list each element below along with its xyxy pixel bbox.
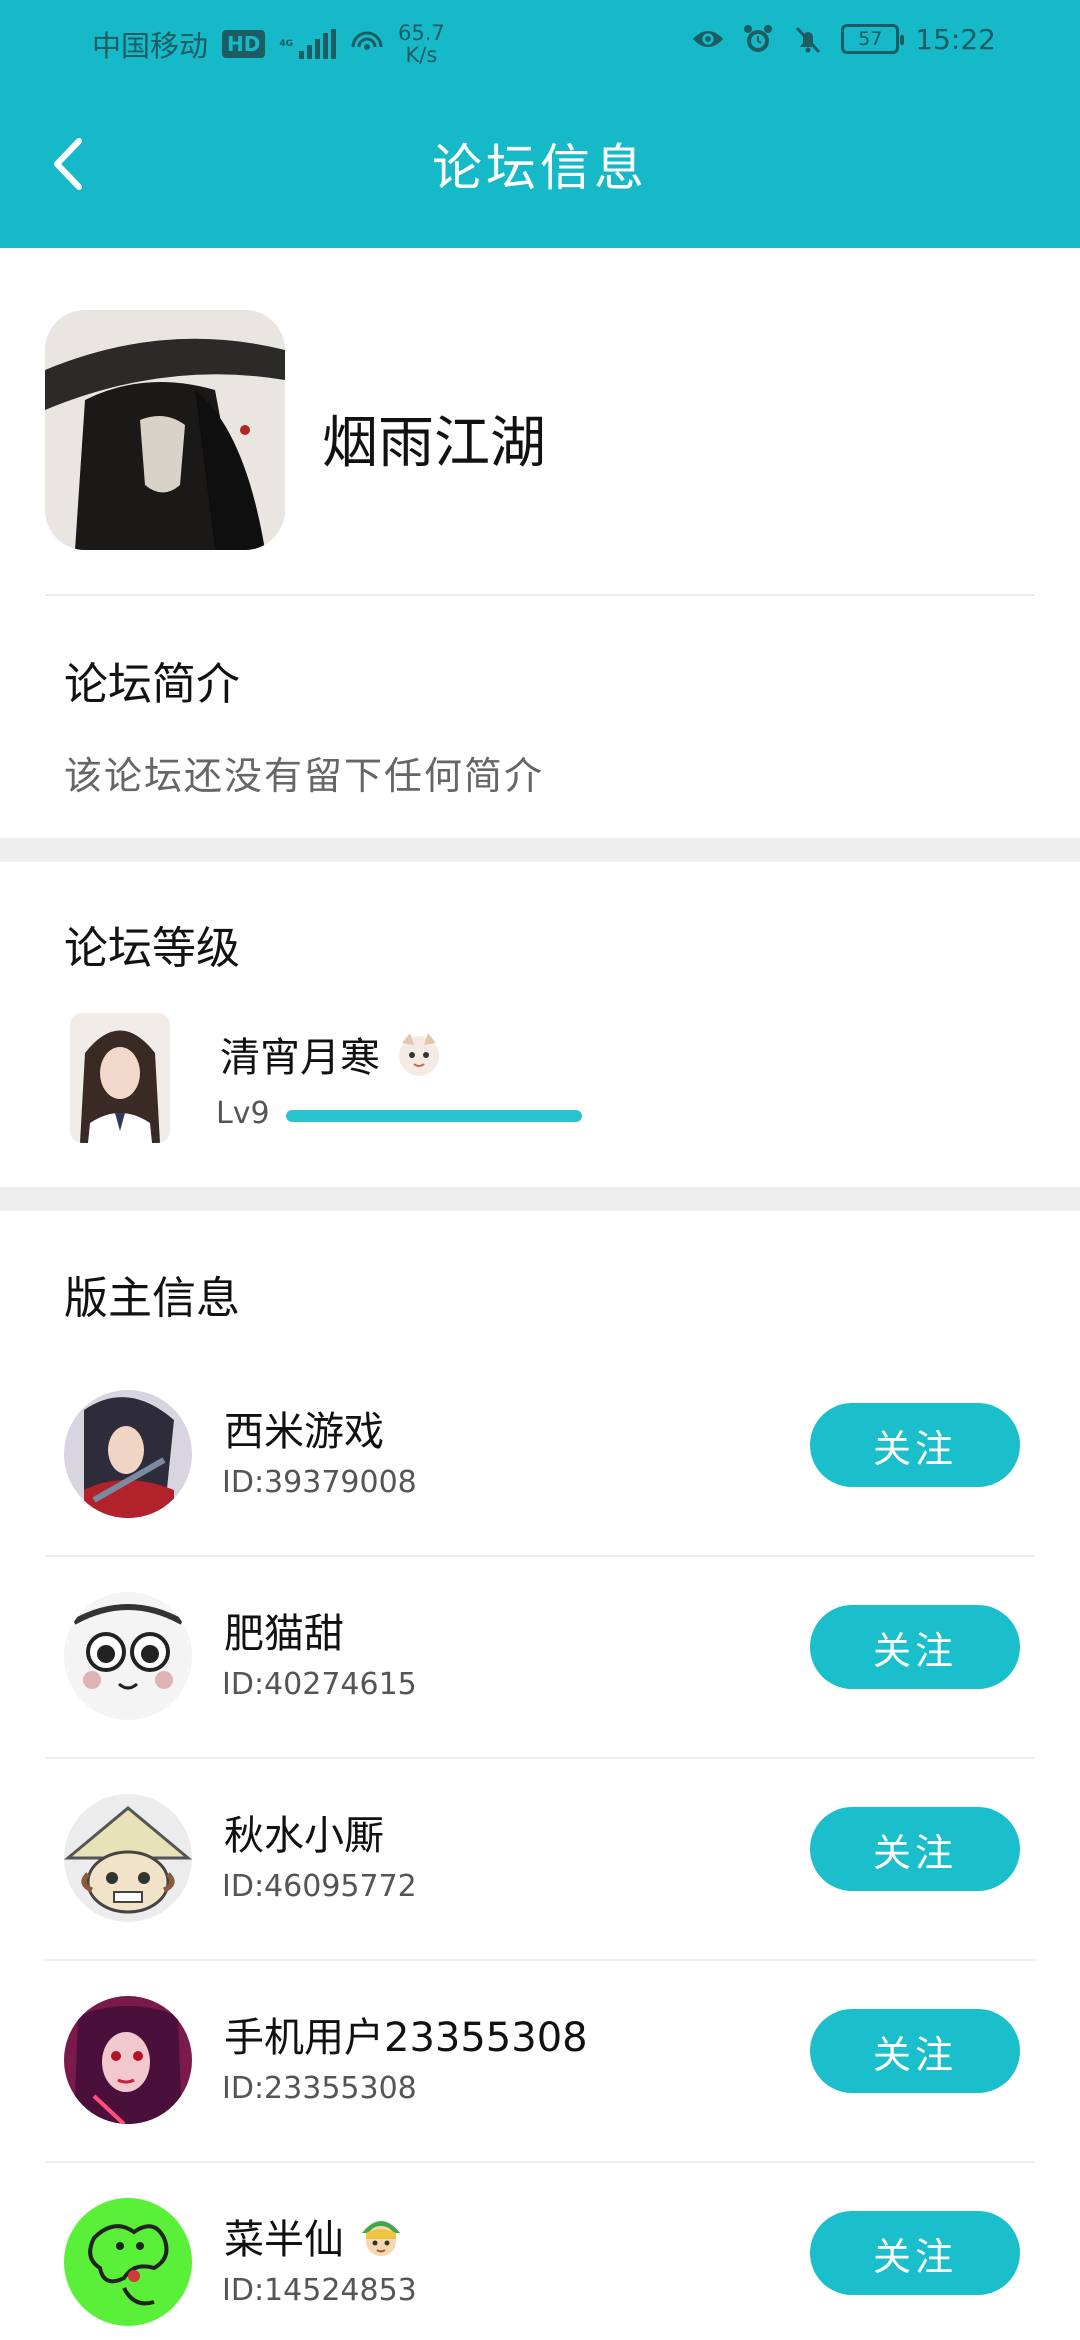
moderator-name-row: 菜半仙 <box>224 2207 406 2265</box>
moderators-title: 版主信息 <box>64 1273 240 1324</box>
moderator-name: 菜半仙 <box>224 2217 344 2263</box>
moderator-id: ID:23355308 <box>222 2071 417 2106</box>
list-item: 菜半仙 ID:14524853 关注 <box>0 2163 1080 2340</box>
eye-icon <box>691 22 725 56</box>
level-label: Lv9 <box>216 1096 270 1131</box>
list-item: 手机用户23355308 ID:23355308 关注 <box>0 1961 1080 2163</box>
hd-badge: HD <box>222 30 266 58</box>
alarm-icon <box>741 22 775 56</box>
speed-value: 65.7 <box>398 21 445 45</box>
character-emoji-icon <box>362 2221 400 2256</box>
moderator-name: 肥猫甜 <box>224 1611 344 1657</box>
section-separator <box>0 1187 1080 1211</box>
intro-title: 论坛简介 <box>64 659 240 710</box>
battery-icon: 57 <box>841 24 905 54</box>
intro-text: 该论坛还没有留下任何简介 <box>64 754 545 798</box>
avatar[interactable] <box>64 1996 192 2124</box>
level-user: 清宵月寒 <box>220 1025 444 1083</box>
bell-muted-icon <box>791 22 825 56</box>
moderator-name: 西米游戏 <box>224 1409 384 1455</box>
clock: 15:22 <box>915 22 996 56</box>
forum-avatar <box>45 310 285 550</box>
moderator-name: 手机用户23355308 <box>224 2015 588 2061</box>
battery-level: 57 <box>858 28 883 50</box>
divider <box>45 594 1035 596</box>
avatar[interactable] <box>64 1592 192 1720</box>
list-item: 秋水小厮 ID:46095772 关注 <box>0 1759 1080 1961</box>
level-progress-fill <box>286 1110 582 1122</box>
forum-name: 烟雨江湖 <box>322 411 546 476</box>
level-user-name: 清宵月寒 <box>220 1035 380 1081</box>
status-bar: 中国移动 HD 4G 65.7 K/s 57 15:22 <box>0 0 1080 80</box>
level-title: 论坛等级 <box>64 923 240 974</box>
moderator-id: ID:40274615 <box>222 1667 417 1702</box>
list-item: 西米游戏 ID:39379008 关注 <box>0 1355 1080 1557</box>
avatar[interactable] <box>70 1013 170 1143</box>
avatar[interactable] <box>64 2198 192 2326</box>
page-title: 论坛信息 <box>432 139 648 197</box>
section-separator <box>0 838 1080 862</box>
moderator-id: ID:14524853 <box>222 2273 417 2308</box>
signal-icon <box>299 29 337 59</box>
network-type: 4G <box>279 39 294 49</box>
follow-button[interactable]: 关注 <box>810 1403 1020 1487</box>
avatar[interactable] <box>64 1390 192 1518</box>
network-speed: 65.7 K/s <box>398 22 445 66</box>
follow-button[interactable]: 关注 <box>810 1807 1020 1891</box>
follow-button[interactable]: 关注 <box>810 1605 1020 1689</box>
follow-button[interactable]: 关注 <box>810 2009 1020 2093</box>
moderator-name: 秋水小厮 <box>224 1813 384 1859</box>
cat-emoji-icon <box>399 1033 439 1076</box>
moderator-id: ID:46095772 <box>222 1869 417 1904</box>
status-left: 中国移动 HD 4G 65.7 K/s <box>92 22 445 66</box>
avatar[interactable] <box>64 1794 192 1922</box>
moderator-id: ID:39379008 <box>222 1465 417 1500</box>
wifi-icon <box>350 27 384 61</box>
follow-button[interactable]: 关注 <box>810 2211 1020 2295</box>
list-item: 肥猫甜 ID:40274615 关注 <box>0 1557 1080 1759</box>
top-app-bar: 中国移动 HD 4G 65.7 K/s 57 15:22 论坛信息 <box>0 0 1080 248</box>
status-right: 57 15:22 <box>691 22 996 56</box>
carrier-label: 中国移动 <box>92 29 209 63</box>
speed-unit: K/s <box>405 43 438 67</box>
level-progress-bar <box>286 1110 582 1122</box>
